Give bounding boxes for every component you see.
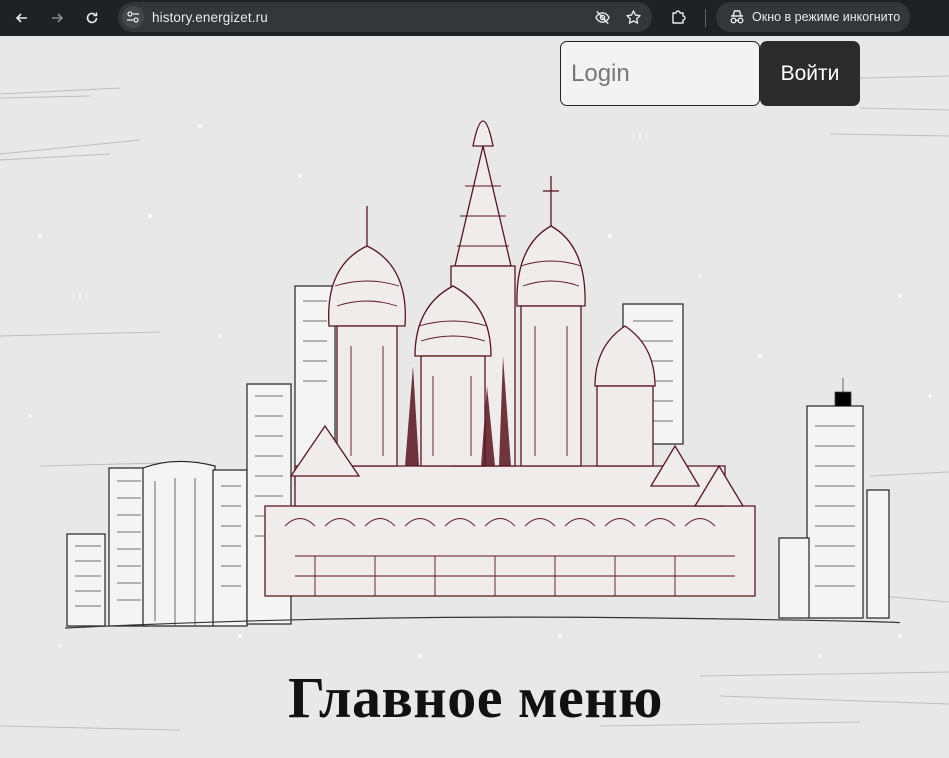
reload-button[interactable] (79, 5, 105, 31)
forward-button[interactable] (44, 5, 70, 31)
site-info-button[interactable] (122, 6, 144, 28)
page-content: Войти (0, 36, 949, 758)
st-basils-cathedral-illustration (64, 120, 900, 629)
tune-icon (127, 11, 139, 23)
back-button[interactable] (9, 5, 35, 31)
incognito-label: Окно в режиме инкогнито (752, 10, 901, 24)
page-title: Главное меню (288, 665, 663, 730)
incognito-badge[interactable]: Окно в режиме инкогнито (716, 2, 910, 32)
star-icon[interactable] (625, 9, 642, 26)
arrow-right-icon (52, 13, 64, 23)
puzzle-icon (672, 10, 686, 24)
arrow-left-icon (15, 13, 27, 23)
extensions-button[interactable] (668, 6, 690, 28)
incognito-icon (730, 10, 744, 24)
url-text: history.energizet.ru (152, 9, 268, 25)
reload-icon (86, 12, 98, 24)
browser-toolbar: history.energizet.ru Окно в режиме инког… (0, 0, 949, 36)
toolbar-divider (705, 9, 706, 27)
address-bar[interactable]: history.energizet.ru (118, 2, 652, 32)
eye-off-icon[interactable] (594, 9, 611, 26)
